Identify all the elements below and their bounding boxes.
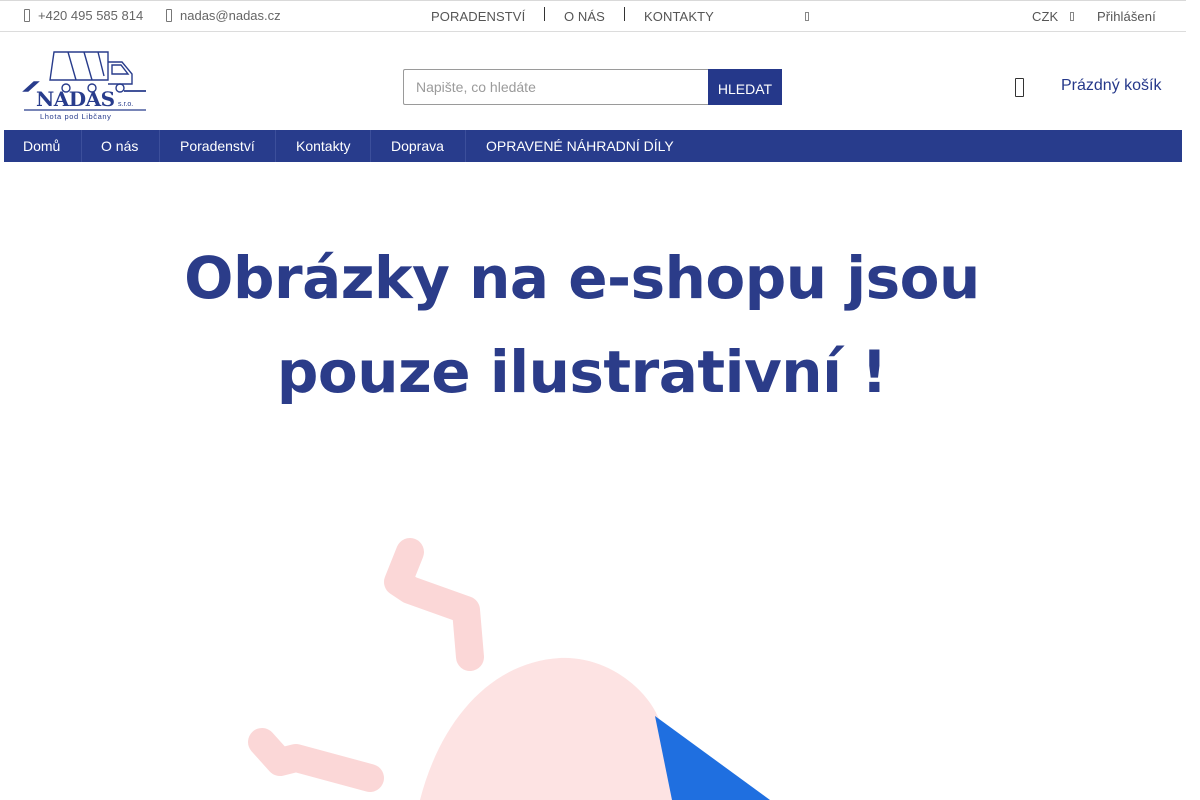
chevron-down-icon[interactable]: [1070, 12, 1074, 21]
logo-tagline: Lhota pod Libčany: [40, 112, 112, 121]
cart-icon[interactable]: [1015, 78, 1024, 97]
toplink-divider: [624, 7, 625, 21]
email-icon: [166, 9, 172, 22]
email-contact[interactable]: nadas@nadas.cz: [166, 8, 281, 23]
logo-name: NADAS: [36, 87, 115, 111]
hero-banner: Obrázky na e-shopu jsou pouze ilustrativ…: [0, 162, 1200, 800]
logo[interactable]: NADAS s.r.o. Lhota pod Libčany: [22, 44, 148, 124]
login-link[interactable]: Přihlášení: [1097, 9, 1156, 24]
nav-item-doprava[interactable]: Doprava: [371, 130, 466, 162]
top-bar: +420 495 585 814 nadas@nadas.cz PORADENS…: [0, 0, 1186, 32]
search-input[interactable]: [403, 69, 709, 105]
toplink-poradenstvi[interactable]: PORADENSTVÍ: [431, 9, 525, 24]
nav-item-poradenstvi[interactable]: Poradenství: [160, 130, 276, 162]
toplink-o-nas[interactable]: O NÁS: [564, 9, 605, 24]
megaphone-illustration: [248, 538, 770, 800]
logo-graphic: NADAS s.r.o. Lhota pod Libčany: [22, 51, 146, 121]
currency-selector[interactable]: CZK: [1032, 9, 1058, 24]
nav-item-o-nas[interactable]: O nás: [82, 130, 160, 162]
more-icon[interactable]: [805, 12, 809, 21]
email-address[interactable]: nadas@nadas.cz: [180, 8, 281, 23]
phone-number[interactable]: +420 495 585 814: [38, 8, 143, 23]
main-nav: Domů O nás Poradenství Kontakty Doprava …: [4, 130, 1182, 162]
toplink-divider: [544, 7, 545, 21]
phone-icon: [24, 9, 30, 22]
logo-suffix: s.r.o.: [118, 101, 133, 108]
nav-item-opravene-nahradni-dily[interactable]: OPRAVENÉ NÁHRADNÍ DÍLY: [466, 130, 706, 162]
nav-item-domu[interactable]: Domů: [4, 130, 82, 162]
phone-contact[interactable]: +420 495 585 814: [24, 8, 143, 23]
search-button[interactable]: HLEDAT: [708, 69, 782, 105]
toplink-kontakty[interactable]: KONTAKTY: [644, 9, 714, 24]
cart-link[interactable]: Prázdný košík: [1061, 77, 1161, 95]
nav-item-kontakty[interactable]: Kontakty: [276, 130, 371, 162]
